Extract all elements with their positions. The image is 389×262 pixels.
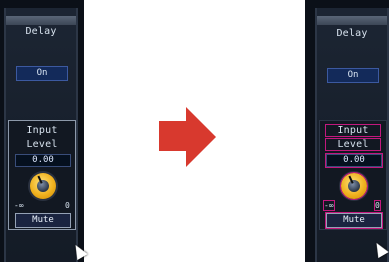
left-mixer-strip: Delay On Input Level 0.00 -∞ 0 Mute <box>0 0 84 262</box>
input-label: Input <box>325 124 381 137</box>
scale-max-label: 0 <box>374 200 381 211</box>
delay-on-button[interactable]: On <box>16 66 68 81</box>
input-label: Input <box>26 125 58 136</box>
input-level-group: Input Level 0.00 -∞ 0 Mute <box>319 120 387 230</box>
scale-min-label: -∞ <box>14 201 24 210</box>
input-level-value[interactable]: 0.00 <box>15 154 71 167</box>
right-mixer-strip: Delay On Input Level 0.00 -∞ 0 Mute <box>305 0 389 262</box>
right-strip-inner: Delay On Input Level 0.00 -∞ 0 Mute <box>315 8 389 262</box>
delay-label: Delay <box>336 28 368 39</box>
level-label: Level <box>26 139 58 150</box>
delay-on-button[interactable]: On <box>327 68 379 83</box>
scale-max-label: 0 <box>65 201 70 210</box>
left-strip-inner: Delay On Input Level 0.00 -∞ 0 Mute <box>4 8 78 262</box>
knob-icon[interactable] <box>340 172 368 200</box>
knob-icon[interactable] <box>30 173 56 199</box>
knob-indicator <box>348 175 354 184</box>
mute-button[interactable]: Mute <box>325 212 383 229</box>
delay-label: Delay <box>25 26 57 37</box>
input-level-group: Input Level 0.00 -∞ 0 Mute <box>8 120 76 230</box>
level-label: Level <box>325 138 381 151</box>
left-strip-cap <box>6 16 76 25</box>
scale-min-label: -∞ <box>323 200 335 211</box>
right-arrow-icon <box>159 121 186 151</box>
knob-indicator <box>37 175 43 184</box>
mute-button[interactable]: Mute <box>15 213 71 228</box>
right-strip-cap <box>317 16 387 25</box>
input-level-value[interactable]: 0.00 <box>325 153 383 168</box>
right-arrow-head <box>186 107 216 167</box>
